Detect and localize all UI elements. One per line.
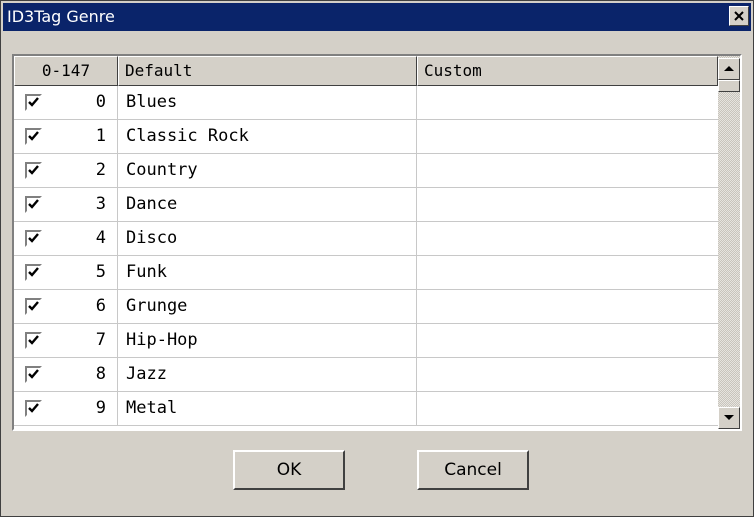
window-title: ID3Tag Genre	[7, 7, 115, 26]
genre-list[interactable]: 0-147 Default Custom 0 Blues 1 Classic R…	[12, 54, 742, 431]
checkmark-icon	[28, 165, 39, 175]
genre-default-name: Grunge	[118, 290, 417, 323]
genre-custom-name[interactable]	[417, 256, 718, 289]
list-item[interactable]: 3 Dance	[14, 188, 718, 222]
genre-custom-name[interactable]	[417, 154, 718, 187]
genre-checkbox[interactable]	[25, 400, 42, 417]
checkmark-icon	[28, 267, 39, 277]
genre-number: 1	[95, 126, 106, 146]
checkmark-icon	[28, 301, 39, 311]
checkmark-icon	[28, 403, 39, 413]
checkmark-icon	[28, 131, 39, 141]
genre-default-name: Jazz	[118, 358, 417, 391]
genre-number: 6	[95, 296, 106, 316]
genre-checkbox[interactable]	[25, 230, 42, 247]
list-rows: 0 Blues 1 Classic Rock 2 Country 3 Dance…	[14, 86, 718, 426]
genre-default-name: Dance	[118, 188, 417, 221]
close-button[interactable]	[729, 6, 749, 26]
column-header-number[interactable]: 0-147	[14, 56, 118, 86]
genre-number: 3	[95, 194, 106, 214]
checkmark-icon	[28, 369, 39, 379]
genre-checkbox[interactable]	[25, 196, 42, 213]
checkmark-icon	[28, 335, 39, 345]
column-header-default[interactable]: Default	[118, 56, 417, 86]
checkmark-icon	[28, 97, 39, 107]
genre-default-name: Blues	[118, 86, 417, 119]
genre-custom-name[interactable]	[417, 324, 718, 357]
list-item[interactable]: 4 Disco	[14, 222, 718, 256]
checkmark-icon	[28, 199, 39, 209]
genre-number: 0	[95, 92, 106, 112]
list-item[interactable]: 8 Jazz	[14, 358, 718, 392]
genre-custom-name[interactable]	[417, 188, 718, 221]
genre-default-name: Disco	[118, 222, 417, 255]
scroll-thumb[interactable]	[718, 80, 740, 92]
arrow-up-icon	[724, 66, 734, 71]
genre-checkbox[interactable]	[25, 94, 42, 111]
genre-default-name: Metal	[118, 392, 417, 425]
list-item[interactable]: 5 Funk	[14, 256, 718, 290]
ok-button[interactable]: OK	[233, 450, 345, 490]
genre-custom-name[interactable]	[417, 392, 718, 425]
vertical-scrollbar[interactable]	[718, 56, 740, 429]
arrow-down-icon	[724, 415, 734, 420]
list-item[interactable]: 0 Blues	[14, 86, 718, 120]
list-item[interactable]: 6 Grunge	[14, 290, 718, 324]
genre-custom-name[interactable]	[417, 120, 718, 153]
genre-custom-name[interactable]	[417, 86, 718, 119]
genre-checkbox[interactable]	[25, 264, 42, 281]
scroll-up-button[interactable]	[718, 58, 740, 80]
list-item[interactable]: 1 Classic Rock	[14, 120, 718, 154]
checkmark-icon	[28, 233, 39, 243]
genre-checkbox[interactable]	[25, 332, 42, 349]
genre-number: 5	[95, 262, 106, 282]
genre-number: 8	[95, 364, 106, 384]
genre-number: 9	[95, 398, 106, 418]
genre-default-name: Funk	[118, 256, 417, 289]
genre-dialog: ID3Tag Genre 0-147 Default Custom 0 Blue…	[0, 0, 754, 517]
scroll-down-button[interactable]	[718, 407, 740, 429]
genre-custom-name[interactable]	[417, 358, 718, 391]
genre-checkbox[interactable]	[25, 128, 42, 145]
genre-number: 7	[95, 330, 106, 350]
genre-number: 2	[95, 160, 106, 180]
list-item[interactable]: 9 Metal	[14, 392, 718, 426]
genre-number: 4	[95, 228, 106, 248]
genre-checkbox[interactable]	[25, 162, 42, 179]
list-item[interactable]: 2 Country	[14, 154, 718, 188]
close-icon	[734, 11, 744, 21]
genre-custom-name[interactable]	[417, 222, 718, 255]
list-item[interactable]: 7 Hip-Hop	[14, 324, 718, 358]
cancel-button[interactable]: Cancel	[417, 450, 529, 490]
genre-checkbox[interactable]	[25, 298, 42, 315]
list-header: 0-147 Default Custom	[14, 56, 718, 86]
title-bar[interactable]: ID3Tag Genre	[3, 3, 751, 31]
genre-checkbox[interactable]	[25, 366, 42, 383]
genre-default-name: Hip-Hop	[118, 324, 417, 357]
genre-custom-name[interactable]	[417, 290, 718, 323]
genre-default-name: Classic Rock	[118, 120, 417, 153]
column-header-custom[interactable]: Custom	[417, 56, 718, 86]
genre-default-name: Country	[118, 154, 417, 187]
